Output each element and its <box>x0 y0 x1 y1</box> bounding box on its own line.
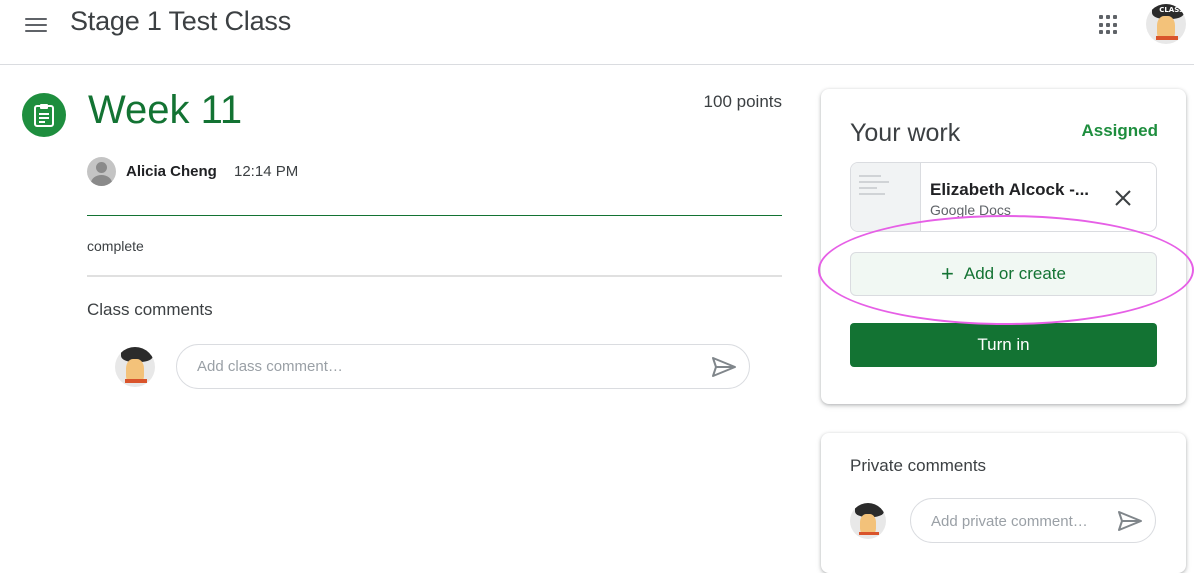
close-icon[interactable] <box>1113 188 1133 208</box>
apps-grid-icon[interactable] <box>1095 12 1121 38</box>
attachment-name[interactable]: Elizabeth Alcock -... <box>930 180 1089 200</box>
your-work-title: Your work <box>850 119 961 147</box>
doc-thumbnail <box>851 163 921 231</box>
description-divider <box>87 275 782 277</box>
title-divider <box>87 215 782 216</box>
attachment-type: Google Docs <box>930 202 1011 218</box>
commenter-avatar <box>115 347 155 387</box>
top-app-bar: Stage 1 Test Class CLASS <box>0 0 1194 65</box>
private-comment-input[interactable] <box>929 512 1113 531</box>
plus-icon: + <box>941 261 954 286</box>
account-avatar[interactable]: CLASS <box>1146 4 1186 44</box>
send-icon[interactable] <box>1117 510 1143 532</box>
post-time: 12:14 PM <box>234 163 299 180</box>
assignment-description: complete <box>87 238 144 254</box>
author-name: Alicia Cheng <box>126 163 217 180</box>
add-or-create-button[interactable]: + Add or create <box>850 252 1157 296</box>
assignment-points: 100 points <box>703 92 782 111</box>
private-commenter-avatar <box>850 503 886 539</box>
add-or-create-label: Add or create <box>963 264 1066 283</box>
assignment-icon <box>22 93 66 137</box>
private-comment-field[interactable] <box>910 498 1156 543</box>
send-icon[interactable] <box>711 356 737 378</box>
class-comment-input[interactable] <box>195 357 679 376</box>
your-work-card: Your work Assigned Elizabeth Alcock -...… <box>821 89 1186 404</box>
hamburger-menu-icon[interactable] <box>22 14 50 34</box>
class-comments-heading: Class comments <box>87 300 213 319</box>
private-comments-heading: Private comments <box>850 456 987 475</box>
private-comments-card: Private comments <box>821 433 1186 573</box>
status-badge: Assigned <box>1081 121 1158 140</box>
attachment-card[interactable]: Elizabeth Alcock -... Google Docs <box>850 162 1157 232</box>
turn-in-button[interactable]: Turn in <box>850 323 1157 367</box>
class-title[interactable]: Stage 1 Test Class <box>70 6 291 37</box>
avatar-text: CLASS <box>1159 6 1184 14</box>
author-avatar <box>87 157 116 186</box>
class-comment-field[interactable] <box>176 344 750 389</box>
assignment-title: Week 11 <box>88 88 243 132</box>
